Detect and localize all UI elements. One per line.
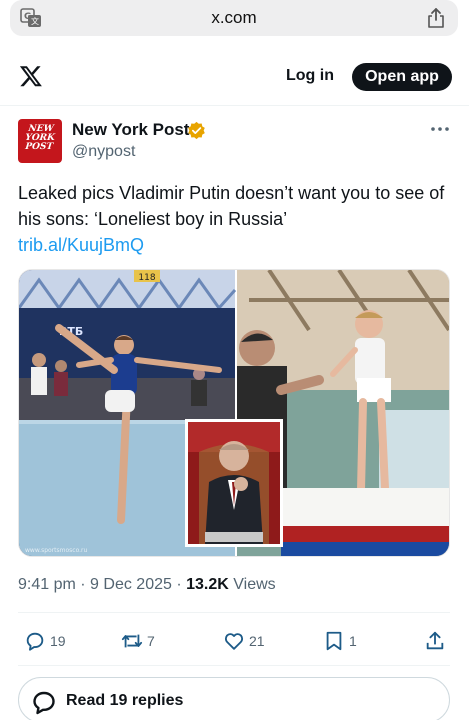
author-name[interactable]: New York Post: [72, 120, 189, 140]
inset-photo: [185, 419, 283, 547]
tweet-media-image[interactable]: 118 ВТБ www.sportsmosco.ru: [18, 269, 450, 557]
avatar[interactable]: NEW YORK POST: [18, 119, 62, 163]
tweet-link[interactable]: trib.al/KuujBmQ: [18, 232, 144, 258]
browser-toolbar: G 文 x.com: [0, 0, 469, 44]
avatar-logo-text: NEW YORK POST: [24, 124, 56, 152]
site-header: Log in Open app: [0, 48, 469, 106]
views-label: Views: [233, 576, 276, 593]
divider: [18, 665, 450, 666]
translate-icon[interactable]: G 文: [20, 8, 42, 28]
reply-count: 19: [50, 633, 66, 649]
read-replies-button[interactable]: Read 19 replies: [18, 677, 450, 720]
repost-count: 7: [147, 633, 155, 649]
repost-button[interactable]: 7: [121, 629, 155, 653]
repost-icon: [121, 634, 143, 648]
url-text: x.com: [211, 8, 257, 27]
verified-badge-icon: [188, 121, 205, 140]
share-icon[interactable]: [426, 7, 446, 29]
login-link[interactable]: Log in: [286, 67, 334, 85]
reply-button[interactable]: 19: [24, 629, 66, 653]
more-options-icon[interactable]: [430, 122, 450, 136]
bookmark-count: 1: [349, 633, 357, 649]
tweet-date[interactable]: 9 Dec 2025: [90, 576, 172, 593]
read-replies-label: Read 19 replies: [66, 692, 184, 709]
open-app-button[interactable]: Open app: [352, 63, 452, 91]
media-watermark: www.sportsmosco.ru: [25, 547, 88, 554]
meta-separator: ·: [80, 576, 91, 593]
like-count: 21: [249, 633, 265, 649]
media-number: 118: [138, 273, 155, 283]
share-icon: [426, 631, 444, 650]
address-bar[interactable]: G 文 x.com: [10, 0, 458, 36]
svg-text:文: 文: [31, 16, 39, 26]
heart-icon: [224, 633, 244, 650]
views-count: 13.2K: [186, 576, 229, 593]
meta-separator: ·: [176, 576, 187, 593]
reply-bubble-icon: [33, 691, 55, 715]
divider: [18, 612, 450, 613]
tweet-text: Leaked pics Vladimir Putin doesn’t want …: [18, 183, 445, 229]
like-button[interactable]: 21: [223, 629, 265, 653]
share-button[interactable]: [424, 629, 446, 653]
x-logo-icon[interactable]: [19, 64, 43, 88]
bookmark-button[interactable]: 1: [323, 629, 357, 653]
bookmark-icon: [326, 631, 342, 651]
reply-icon: [26, 632, 44, 651]
tweet-meta: 9:41 pm · 9 Dec 2025 · 13.2K Views: [18, 576, 276, 594]
tweet-time[interactable]: 9:41 pm: [18, 576, 76, 593]
author-handle[interactable]: @nypost: [72, 143, 135, 161]
